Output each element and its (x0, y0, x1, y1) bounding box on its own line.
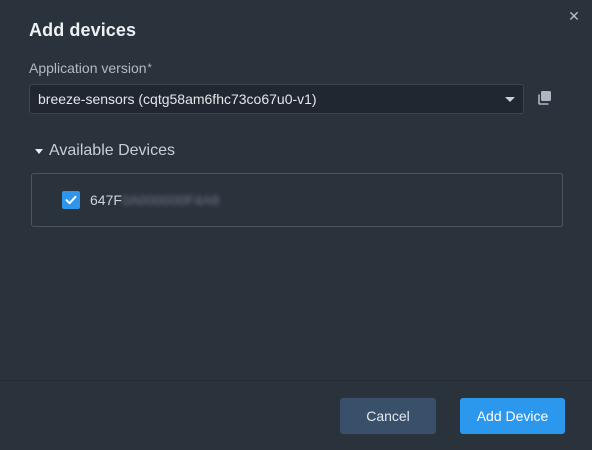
application-version-label-text: Application version (29, 60, 147, 76)
available-devices-label: Available Devices (49, 142, 175, 159)
device-id-visible: 647F (90, 192, 122, 208)
copy-icon[interactable] (536, 89, 554, 107)
list-item: 647F 0A000000F4A8 (62, 191, 219, 209)
dialog-title: Add devices (29, 20, 137, 40)
copy-icon-svg (538, 91, 551, 105)
application-version-label: Application version* (29, 60, 152, 76)
available-devices-toggle[interactable]: Available Devices (35, 142, 175, 160)
caret-down-icon (35, 149, 43, 154)
chevron-down-icon (505, 97, 515, 102)
device-id: 647F 0A000000F4A8 (90, 192, 219, 208)
device-list: 647F 0A000000F4A8 (31, 173, 563, 227)
device-checkbox[interactable] (62, 191, 80, 209)
add-devices-dialog: ✕ Add devices Application version* breez… (0, 0, 592, 450)
dialog-footer: Cancel Add Device (0, 381, 592, 450)
cancel-button[interactable]: Cancel (340, 398, 436, 434)
application-version-value: breeze-sensors (cqtg58am6fhc73co67u0-v1) (38, 91, 317, 107)
checkmark-icon (65, 195, 77, 205)
application-version-select[interactable]: breeze-sensors (cqtg58am6fhc73co67u0-v1) (29, 84, 524, 114)
required-marker: * (147, 62, 152, 74)
device-id-redacted: 0A000000F4A8 (121, 192, 220, 208)
close-icon[interactable]: ✕ (566, 8, 582, 24)
add-device-button[interactable]: Add Device (460, 398, 565, 434)
